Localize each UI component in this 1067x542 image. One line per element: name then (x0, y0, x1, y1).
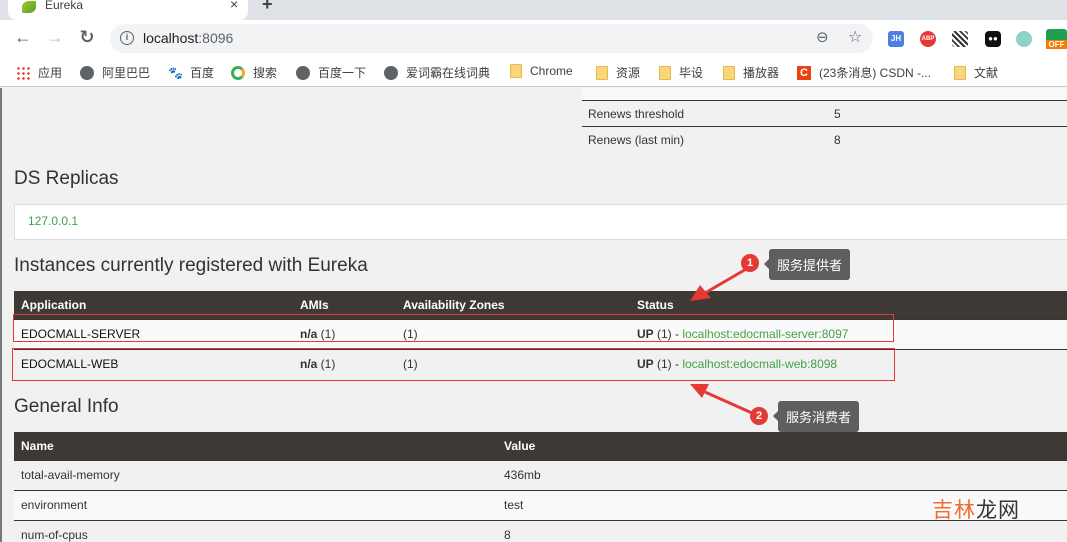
annotation-label-provider: 服务提供者 (763, 249, 851, 280)
annotation-arrows (690, 266, 753, 415)
arrow-2 (690, 384, 753, 415)
annotation-badge-2: 2 (750, 407, 768, 425)
watermark-part-1: 吉林 (932, 499, 976, 522)
annotation-badge-1: 1 (741, 254, 759, 272)
annotation-label-consumer: 服务消费者 (772, 401, 860, 432)
watermark-part-2: 龙网 (976, 499, 1020, 522)
arrow-1 (690, 266, 749, 301)
watermark: 吉林龙网 (932, 494, 1020, 524)
